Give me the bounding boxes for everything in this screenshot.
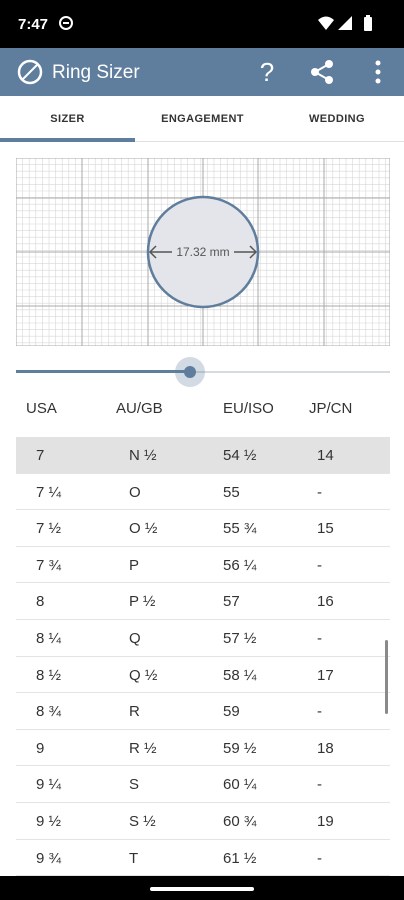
tab-sizer[interactable]: SIZER xyxy=(0,96,135,142)
app-bar: Ring Sizer ? xyxy=(0,48,404,96)
cell-usa: 8 xyxy=(36,593,45,611)
cell-jp-cn: 17 xyxy=(317,666,334,684)
status-bar: 7:47 xyxy=(0,0,404,48)
header-au-gb: AU/GB xyxy=(116,400,163,417)
cell-usa: 9 xyxy=(36,739,45,757)
cell-usa: 7 ½ xyxy=(36,520,62,538)
cell-au-gb: T xyxy=(129,849,139,867)
cell-au-gb: N ½ xyxy=(129,447,157,464)
cell-eu-iso: 56 ¼ xyxy=(223,556,257,574)
status-icons xyxy=(318,15,372,31)
cell-au-gb: R xyxy=(129,703,140,721)
cell-eu-iso: 58 ¼ xyxy=(223,666,257,684)
size-table: 7 N ½ 54 ½ 14 7 ¼ O 55 - 7 ½ O ½ 55 ¾ 15 7 ¾ P 56 ¼ - 8 P… xyxy=(16,437,390,877)
cell-eu-iso: 57 xyxy=(223,593,240,611)
cell-usa: 7 ¼ xyxy=(36,483,62,501)
tab-wedding[interactable]: WEDDING xyxy=(270,96,404,142)
battery-icon xyxy=(364,17,372,31)
tab-engagement[interactable]: ENGAGEMENT xyxy=(135,96,270,142)
table-row[interactable]: 8 ¾ R 59 - xyxy=(16,693,390,730)
cell-usa: 7 ¾ xyxy=(36,556,62,574)
navigation-bar xyxy=(0,876,404,900)
header-usa: USA xyxy=(26,400,57,417)
slider-thumb[interactable] xyxy=(184,366,196,378)
cell-usa: 7 xyxy=(36,447,45,464)
cell-usa: 8 ¾ xyxy=(36,703,62,721)
cell-au-gb: Q ½ xyxy=(129,666,158,684)
table-row[interactable]: 7 ½ O ½ 55 ¾ 15 xyxy=(16,510,390,547)
slider-track-inactive xyxy=(190,371,390,373)
header-eu-iso: EU/ISO xyxy=(223,400,274,417)
table-row[interactable]: 9 ¾ T 61 ½ - xyxy=(16,840,390,877)
cell-jp-cn: 15 xyxy=(317,520,334,538)
cell-jp-cn: 19 xyxy=(317,812,334,830)
cell-au-gb: S xyxy=(129,776,140,794)
cell-jp-cn: 16 xyxy=(317,593,334,611)
tab-bar: SIZER ENGAGEMENT WEDDING xyxy=(0,96,404,142)
table-row[interactable]: 9 ½ S ½ 60 ¾ 19 xyxy=(16,803,390,840)
cell-jp-cn: 18 xyxy=(317,739,334,757)
table-row[interactable]: 9 R ½ 59 ½ 18 xyxy=(16,730,390,767)
do-not-disturb-icon xyxy=(59,16,73,30)
cell-usa: 9 ¾ xyxy=(36,849,62,867)
cell-au-gb: S ½ xyxy=(129,812,156,830)
cell-eu-iso: 59 ½ xyxy=(223,739,257,757)
cell-jp-cn: - xyxy=(317,776,322,794)
cell-au-gb: O xyxy=(129,483,141,501)
table-row-selected[interactable]: 7 N ½ 54 ½ 14 xyxy=(16,437,390,474)
cell-jp-cn: 14 xyxy=(317,447,334,464)
cell-eu-iso: 61 ½ xyxy=(223,849,257,867)
size-table-header: USA AU/GB EU/ISO JP/CN xyxy=(16,388,390,428)
table-row[interactable]: 7 ¼ O 55 - xyxy=(16,474,390,511)
cell-usa: 8 ¼ xyxy=(36,629,62,647)
table-row[interactable]: 8 P ½ 57 16 xyxy=(16,583,390,620)
sizer-grid[interactable]: 17.32 mm xyxy=(16,158,390,346)
cell-jp-cn: - xyxy=(317,703,322,721)
status-time: 7:47 xyxy=(18,16,49,33)
tab-indicator xyxy=(0,138,135,142)
home-handle[interactable] xyxy=(150,887,254,891)
table-row[interactable]: 8 ½ Q ½ 58 ¼ 17 xyxy=(16,657,390,694)
cell-usa: 9 ½ xyxy=(36,812,62,830)
diameter-label: 17.32 mm xyxy=(176,245,229,259)
cell-au-gb: O ½ xyxy=(129,520,158,538)
table-row[interactable]: 8 ¼ Q 57 ½ - xyxy=(16,620,390,657)
cell-usa: 8 ½ xyxy=(36,666,62,684)
cell-eu-iso: 60 ¼ xyxy=(223,776,257,794)
cell-au-gb: P xyxy=(129,556,140,574)
header-jp-cn: JP/CN xyxy=(309,400,353,417)
cell-jp-cn: - xyxy=(317,556,322,574)
more-options-icon[interactable] xyxy=(372,58,384,86)
cell-usa: 9 ¼ xyxy=(36,776,62,794)
size-slider[interactable] xyxy=(16,356,390,388)
ring-logo-icon xyxy=(17,59,43,85)
table-row[interactable]: 9 ¼ S 60 ¼ - xyxy=(16,766,390,803)
table-row[interactable]: 7 ¾ P 56 ¼ - xyxy=(16,547,390,584)
share-icon[interactable] xyxy=(308,58,336,86)
cell-eu-iso: 60 ¾ xyxy=(223,812,257,830)
app-title: Ring Sizer xyxy=(52,62,140,83)
cell-jp-cn: - xyxy=(317,849,322,867)
cell-eu-iso: 55 ¾ xyxy=(223,520,257,538)
cell-eu-iso: 55 xyxy=(223,483,240,501)
wifi-icon xyxy=(318,16,334,30)
slider-track-active xyxy=(16,370,190,373)
signal-icon xyxy=(338,16,352,30)
scrollbar[interactable] xyxy=(385,640,388,714)
cell-jp-cn: - xyxy=(317,629,322,647)
cell-au-gb: P ½ xyxy=(129,593,156,611)
cell-au-gb: Q xyxy=(129,629,141,647)
cell-eu-iso: 57 ½ xyxy=(223,629,257,647)
cell-au-gb: R ½ xyxy=(129,739,157,757)
cell-eu-iso: 59 xyxy=(223,703,240,721)
help-button[interactable]: ? xyxy=(254,56,280,88)
cell-eu-iso: 54 ½ xyxy=(223,447,257,464)
cell-jp-cn: - xyxy=(317,483,322,501)
